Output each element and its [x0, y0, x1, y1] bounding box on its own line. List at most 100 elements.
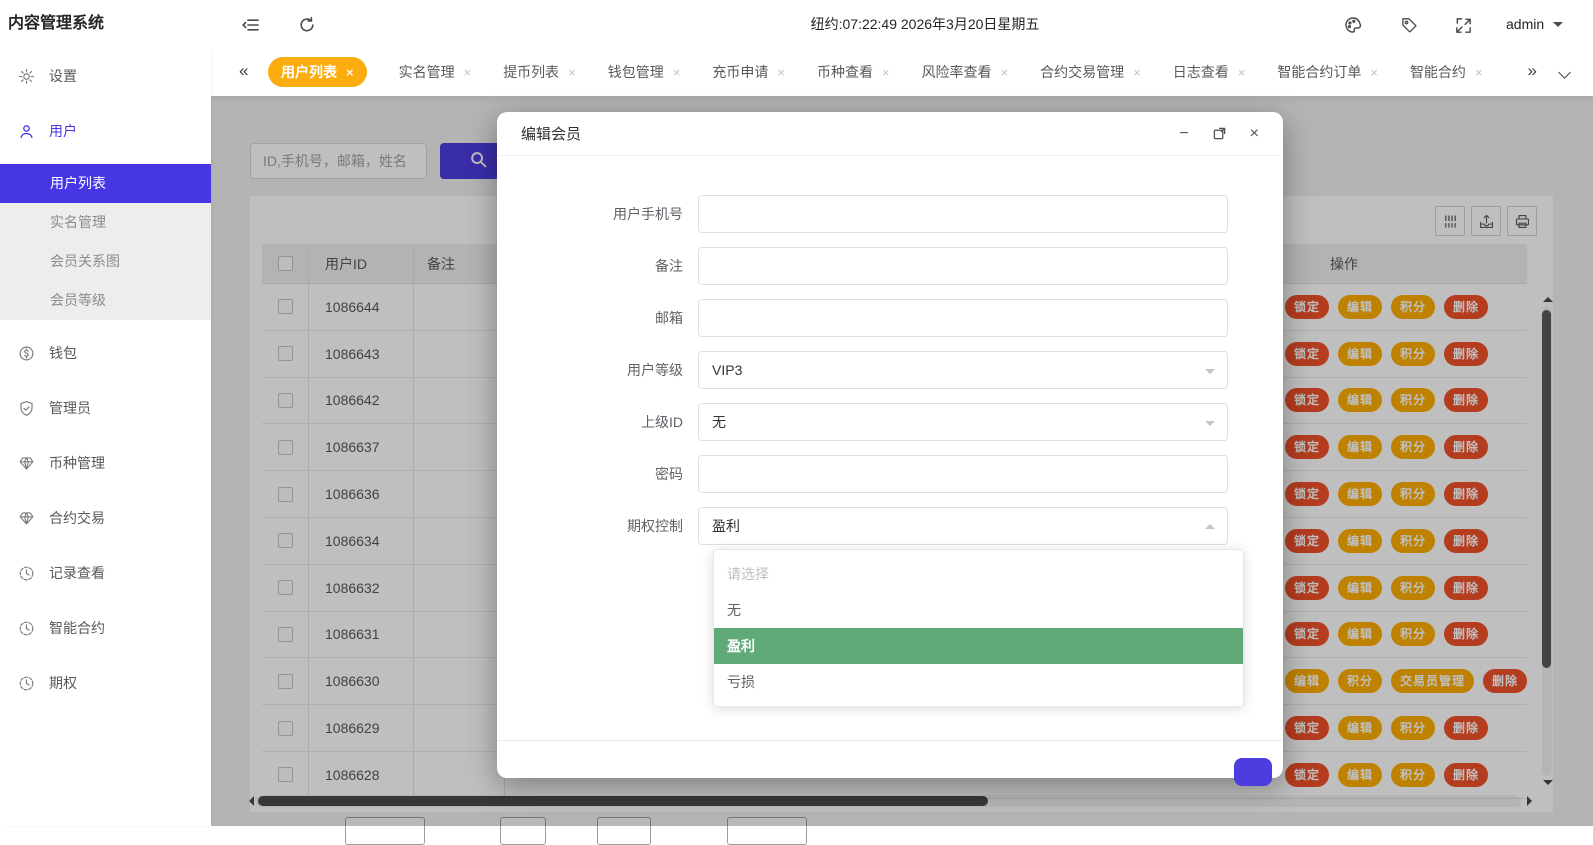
form-row: 期权控制 盈利 — [497, 507, 1283, 545]
form-row: 上级ID 无 — [497, 403, 1283, 441]
sidebar-item-label: 币种管理 — [49, 455, 105, 471]
field-select-4[interactable]: VIP3 — [698, 351, 1228, 389]
tab-close-icon[interactable]: × — [1475, 65, 1483, 80]
tab-3[interactable]: 提币列表 × — [503, 62, 576, 82]
clock-icon — [18, 620, 35, 637]
tab-label: 币种查看 — [816, 64, 873, 80]
select-value: VIP3 — [712, 362, 743, 378]
option-dropdown: 请选择无盈利 亏损 — [713, 549, 1244, 707]
sidebar-subitem-4[interactable]: 会员等级 — [0, 281, 211, 320]
gem-icon — [18, 510, 35, 527]
field-label: 用户等级 — [627, 362, 683, 378]
tab-bar: « 用户列表 × 实名管理 × 提币列表 × 钱包管理 × 充币申请 × 币种查看 × 风险率查看 × 合约… — [211, 48, 1593, 96]
sidebar-submenu: 用户列表 实名管理 会员关系图 会员等级 — [0, 164, 211, 320]
sidebar: 设置用户用户列表 实名管理 会员关系图 会员等级钱包管理员币种管理合约交易记录查看智能… — [0, 48, 211, 826]
tab-close-icon[interactable]: × — [346, 65, 354, 80]
tab-label: 智能合约订单 — [1277, 64, 1362, 80]
field-input-2[interactable] — [698, 247, 1228, 285]
tab-2[interactable]: 实名管理 × — [399, 62, 472, 82]
field-select-5[interactable]: 无 — [698, 403, 1228, 441]
field-label: 备注 — [655, 258, 683, 274]
tab-6[interactable]: 币种查看 × — [817, 62, 890, 82]
sidebar-item-3[interactable]: 钱包 — [0, 333, 211, 373]
field-label: 用户手机号 — [613, 206, 683, 222]
sidebar-item-label: 钱包 — [49, 345, 77, 361]
dropdown-option-2[interactable]: 无 — [714, 592, 1243, 628]
field-input-3[interactable] — [698, 299, 1228, 337]
tab-close-icon[interactable]: × — [1001, 65, 1009, 80]
dropdown-option-3[interactable]: 盈利 — [714, 628, 1243, 664]
close-icon[interactable]: × — [1250, 125, 1259, 142]
tab-label: 实名管理 — [398, 64, 455, 80]
sidebar-item-6[interactable]: 合约交易 — [0, 498, 211, 538]
tab-9[interactable]: 日志查看 × — [1173, 62, 1246, 82]
sidebar-collapse-icon[interactable] — [238, 12, 264, 38]
clock-text: 纽约:07:22:49 2026年3月20日星期五 — [810, 16, 1040, 32]
tab-10[interactable]: 智能合约订单 × — [1277, 62, 1378, 82]
tab-11[interactable]: 智能合约 × — [1410, 62, 1483, 82]
confirm-button[interactable] — [1234, 758, 1272, 786]
tab-close-icon[interactable]: × — [464, 65, 472, 80]
sidebar-item-4[interactable]: 管理员 — [0, 388, 211, 428]
gear-icon — [18, 68, 35, 85]
tab-4[interactable]: 钱包管理 × — [608, 62, 681, 82]
tab-close-icon[interactable]: × — [1370, 65, 1378, 80]
window-controls: − × — [1179, 125, 1259, 142]
sidebar-item-label: 管理员 — [49, 400, 91, 416]
user-menu[interactable]: admin — [1506, 0, 1544, 48]
field-input-1[interactable] — [698, 195, 1228, 233]
field-label: 上级ID — [641, 414, 683, 430]
clock-icon — [18, 675, 35, 692]
sidebar-subitem-1[interactable]: 用户列表 — [0, 164, 211, 203]
dialog-header[interactable]: 编辑会员 − × — [497, 112, 1283, 156]
sidebar-subitem-3[interactable]: 会员关系图 — [0, 242, 211, 281]
field-label: 密码 — [655, 466, 683, 482]
tab-1[interactable]: 用户列表 × — [268, 57, 367, 87]
sidebar-item-label: 记录查看 — [49, 565, 105, 581]
tab-label: 充币申请 — [712, 64, 769, 80]
form-row: 备注 — [497, 247, 1283, 285]
tab-5[interactable]: 充币申请 × — [712, 62, 785, 82]
maximize-icon[interactable] — [1213, 127, 1226, 140]
form-row: 用户等级 VIP3 — [497, 351, 1283, 389]
tab-close-icon[interactable]: × — [568, 65, 576, 80]
sidebar-menu: 设置用户用户列表 实名管理 会员关系图 会员等级钱包管理员币种管理合约交易记录查看智能… — [0, 56, 211, 703]
sidebar-item-8[interactable]: 智能合约 — [0, 608, 211, 648]
dropdown-option-4[interactable]: 亏损 — [714, 664, 1243, 700]
tab-8[interactable]: 合约交易管理 × — [1040, 62, 1141, 82]
refresh-icon[interactable] — [294, 12, 320, 38]
tab-label: 日志查看 — [1172, 64, 1229, 80]
tab-close-icon[interactable]: × — [1238, 65, 1246, 80]
tabs-scroll-left-icon[interactable]: « — [239, 48, 248, 96]
palette-icon[interactable] — [1340, 12, 1366, 38]
minimize-icon[interactable]: − — [1179, 125, 1188, 142]
tab-close-icon[interactable]: × — [1133, 65, 1141, 80]
sidebar-item-label: 合约交易 — [49, 510, 105, 526]
form-row: 密码 — [497, 455, 1283, 493]
sidebar-subitem-2[interactable]: 实名管理 — [0, 203, 211, 242]
field-input-6[interactable] — [698, 455, 1228, 493]
dropdown-option-1[interactable]: 请选择 — [714, 556, 1243, 592]
sidebar-item-2[interactable]: 用户 — [0, 111, 211, 151]
tag-icon[interactable] — [1396, 12, 1422, 38]
sidebar-item-label: 期权 — [49, 675, 77, 691]
sidebar-item-label: 设置 — [49, 68, 77, 84]
fullscreen-icon[interactable] — [1450, 12, 1476, 38]
user-icon — [18, 123, 35, 140]
tab-close-icon[interactable]: × — [777, 65, 785, 80]
sidebar-item-7[interactable]: 记录查看 — [0, 553, 211, 593]
sidebar-item-label: 用户 — [49, 123, 77, 139]
tab-label: 钱包管理 — [607, 64, 664, 80]
field-select-7[interactable]: 盈利 — [698, 507, 1228, 545]
dialog-title: 编辑会员 — [521, 126, 582, 143]
sidebar-item-label: 智能合约 — [49, 620, 105, 636]
form-row: 邮箱 — [497, 299, 1283, 337]
tab-7[interactable]: 风险率查看 × — [922, 62, 1009, 82]
sidebar-item-1[interactable]: 设置 — [0, 56, 211, 96]
tabs-dropdown-icon[interactable] — [1558, 66, 1571, 79]
sidebar-item-5[interactable]: 币种管理 — [0, 443, 211, 483]
tabs-scroll-right-icon[interactable]: » — [1528, 48, 1537, 96]
tab-close-icon[interactable]: × — [673, 65, 681, 80]
sidebar-item-9[interactable]: 期权 — [0, 663, 211, 703]
tab-close-icon[interactable]: × — [882, 65, 890, 80]
